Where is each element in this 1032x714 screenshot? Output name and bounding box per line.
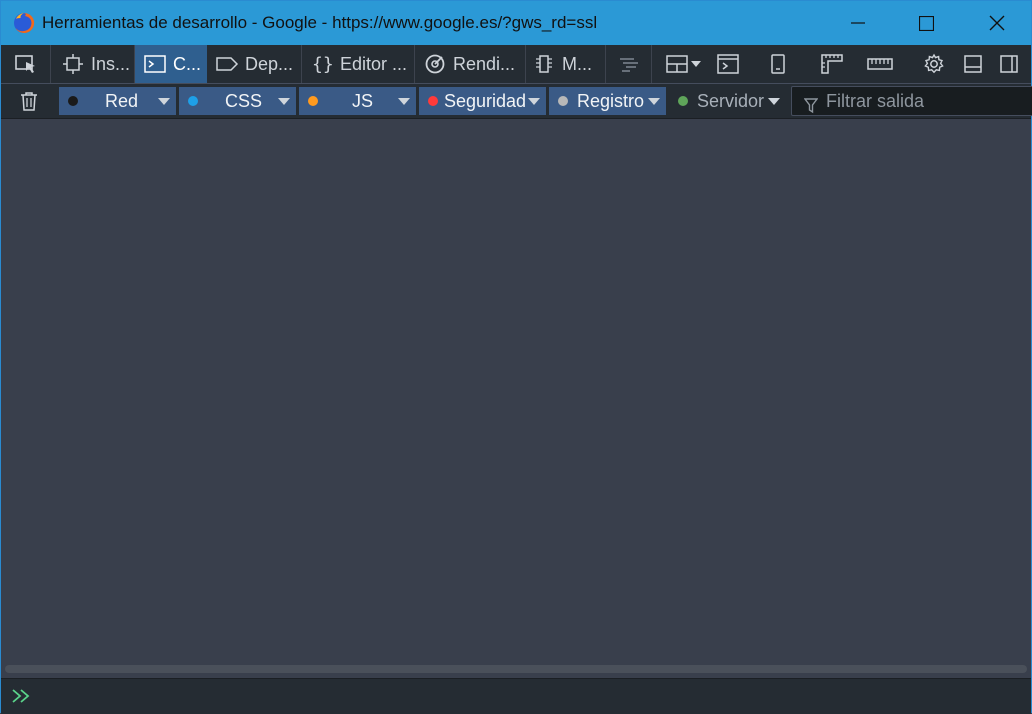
chevron-down-icon <box>528 98 540 105</box>
close-button[interactable] <box>974 1 1020 45</box>
more-tools-button[interactable] <box>606 45 652 83</box>
js-dot-icon <box>308 96 318 106</box>
tab-performance[interactable]: Rendi... <box>415 45 526 83</box>
memory-icon <box>532 52 556 76</box>
filter-label: JS <box>352 91 374 111</box>
dock-side-button[interactable] <box>992 45 1026 83</box>
responsive-mode-button[interactable] <box>761 45 795 83</box>
maximize-button[interactable] <box>903 1 949 45</box>
filter-label: Red <box>105 91 139 111</box>
pick-element-button[interactable] <box>1 45 51 83</box>
tab-debugger[interactable]: Dep... <box>207 45 302 83</box>
title-bar[interactable]: Herramientas de desarrollo - Google - ht… <box>1 1 1031 45</box>
filter-placeholder: Filtrar salida <box>826 91 925 111</box>
measure-icon <box>867 58 893 70</box>
tab-memory[interactable]: M... <box>526 45 606 83</box>
tab-inspector[interactable]: Ins... <box>51 45 135 83</box>
filter-logging[interactable]: Registro <box>549 87 666 115</box>
chevron-down-icon <box>158 98 170 105</box>
minimize-icon <box>851 22 865 24</box>
chevron-down-icon <box>278 98 290 105</box>
trash-icon <box>21 92 37 111</box>
filter-output-input[interactable]: Filtrar salida <box>791 86 1032 116</box>
console-output[interactable] <box>1 119 1031 665</box>
filter-css[interactable]: CSS <box>179 87 296 115</box>
window-title: Herramientas de desarrollo - Google - ht… <box>42 13 598 32</box>
filter-funnel-icon <box>803 94 819 122</box>
svg-text:{}: {} <box>312 54 333 75</box>
tab-label: M... <box>562 53 592 74</box>
logging-dot-icon <box>558 96 568 106</box>
performance-icon <box>423 52 447 76</box>
dock-side-icon <box>1000 55 1018 73</box>
settings-button[interactable] <box>917 45 951 83</box>
security-dot-icon <box>428 96 438 106</box>
style-editor-icon: {} <box>310 52 334 76</box>
chevron-down-icon <box>648 98 660 105</box>
console-input[interactable] <box>1 678 1031 714</box>
console-filter-bar: Red CSS JS Seguridad Registro Servidor F… <box>1 84 1032 119</box>
layout-dropdown-icon <box>666 55 701 73</box>
scratchpad-button[interactable] <box>711 45 745 83</box>
console-prompt-icon <box>11 687 33 710</box>
chevron-down-icon <box>398 98 410 105</box>
css-dot-icon <box>188 96 198 106</box>
console-icon <box>143 52 167 76</box>
filter-label: CSS <box>225 91 263 111</box>
debugger-icon <box>215 52 239 76</box>
filter-red[interactable]: Red <box>59 87 176 115</box>
devtools-window: Herramientas de desarrollo - Google - ht… <box>0 0 1032 714</box>
settings-gear-icon <box>924 53 944 74</box>
horizontal-scrollbar[interactable] <box>5 665 1027 673</box>
scratchpad-icon <box>717 54 739 74</box>
close-icon <box>989 15 1005 31</box>
tab-style-editor[interactable]: {} Editor ... <box>302 45 415 83</box>
dock-bottom-button[interactable] <box>956 45 990 83</box>
minimize-button[interactable] <box>835 1 881 45</box>
chevron-down-icon <box>768 98 780 105</box>
waterfall-icon <box>619 58 638 72</box>
rulers-icon <box>821 54 843 74</box>
filter-js[interactable]: JS <box>299 87 416 115</box>
pick-element-icon <box>14 55 35 73</box>
filter-security[interactable]: Seguridad <box>419 87 546 115</box>
firefox-icon <box>13 12 35 34</box>
tab-label: Editor ... <box>340 53 408 74</box>
maximize-icon <box>918 15 934 31</box>
rulers-button[interactable] <box>815 45 849 83</box>
filter-server[interactable]: Servidor <box>669 87 786 115</box>
server-dot-icon <box>678 96 688 106</box>
clear-console-button[interactable] <box>15 88 43 114</box>
responsive-icon <box>771 54 785 74</box>
filter-label: Servidor <box>697 91 765 111</box>
devtools-toolbar: Ins... C... Dep... {} Editor ... Rendi..… <box>1 45 1031 84</box>
measure-button[interactable] <box>863 45 897 83</box>
red-dot-icon <box>68 96 78 106</box>
tab-console[interactable]: C... <box>135 45 207 83</box>
tab-label: C... <box>173 53 202 74</box>
frame-select-button[interactable] <box>661 45 707 83</box>
filter-label: Seguridad <box>444 91 527 111</box>
inspector-icon <box>61 52 85 76</box>
filter-label: Registro <box>577 91 645 111</box>
dock-bottom-icon <box>964 55 982 73</box>
tab-label: Dep... <box>245 53 294 74</box>
tab-label: Rendi... <box>453 53 516 74</box>
tab-label: Ins... <box>91 53 131 74</box>
